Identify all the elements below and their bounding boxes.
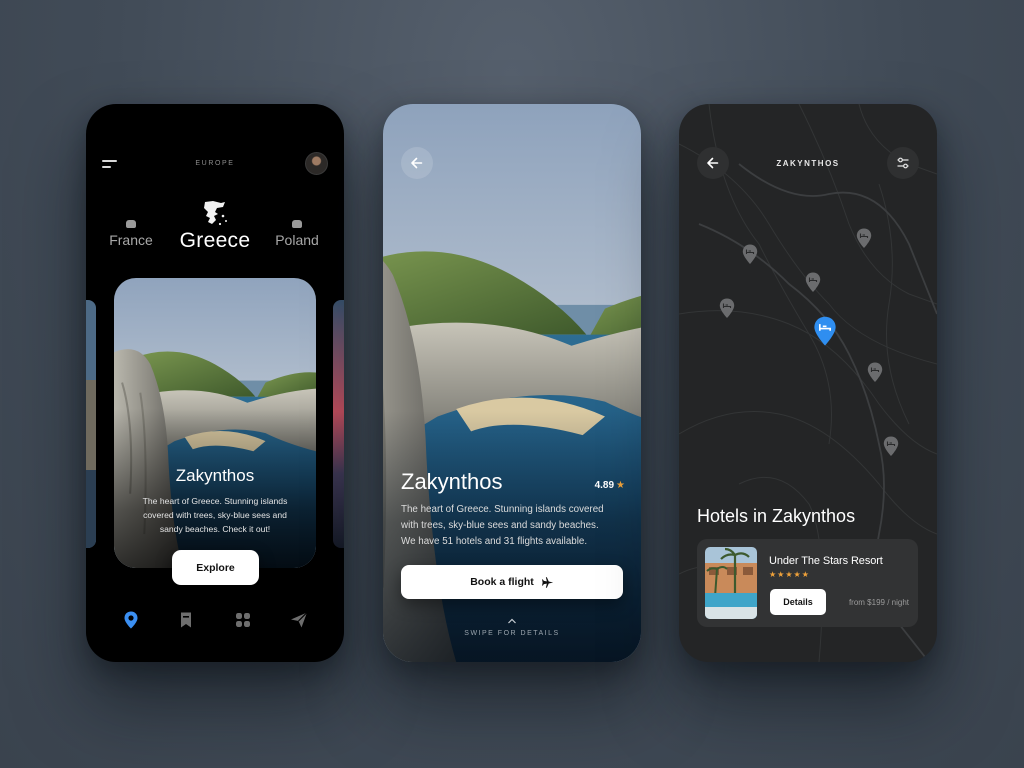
bottom-nav	[86, 610, 344, 634]
hotel-pin-icon[interactable]	[719, 298, 735, 319]
previous-card-peek[interactable]	[86, 300, 96, 548]
swipe-hint[interactable]: SWIPE FOR DETAILS	[383, 630, 641, 637]
next-card-peek[interactable]	[333, 300, 344, 548]
destination-title: Zakynthos	[175, 466, 255, 485]
country-label: Poland	[275, 232, 319, 248]
star-icon: ★	[616, 480, 625, 491]
france-map-icon	[126, 220, 136, 228]
back-button[interactable]	[401, 147, 433, 179]
hotel-photo	[705, 547, 757, 619]
hotel-stars: ★★★★★	[769, 570, 810, 579]
bookmark-icon[interactable]	[176, 610, 196, 630]
apps-icon[interactable]	[233, 610, 253, 630]
book-flight-button[interactable]: Book a flight	[401, 565, 623, 599]
details-button[interactable]: Details	[770, 589, 826, 615]
detail-screen: Zakynthos 4.89 ★ The heart of Greece. Stu…	[383, 104, 641, 662]
filter-button[interactable]	[887, 147, 919, 179]
rating: 4.89 ★	[595, 480, 625, 491]
peek-image	[333, 300, 344, 548]
hotel-price: from $199 / night	[848, 598, 909, 607]
hotel-pin-icon[interactable]	[856, 228, 872, 249]
greece-map-icon	[204, 201, 227, 226]
explore-screen: EUROPE France Greece Poland Zakynthos Th…	[86, 104, 344, 662]
destination-description: The heart of Greece. Stunning islands co…	[401, 504, 604, 547]
peek-image	[86, 300, 96, 548]
location-pin-icon[interactable]	[121, 610, 141, 630]
book-flight-label: Book a flight	[470, 576, 534, 588]
country-tab-poland[interactable]: Poland	[262, 220, 332, 248]
destination-card[interactable]: Zakynthos The heart of Greece. Stunning …	[114, 278, 316, 568]
hotels-heading: Hotels in Zakynthos	[697, 506, 856, 526]
hotel-card[interactable]: Under The Stars Resort ★★★★★ Details fro…	[697, 539, 918, 627]
hotel-pin-icon[interactable]	[742, 244, 758, 265]
avatar[interactable]	[305, 152, 328, 175]
hotel-pin-icon[interactable]	[867, 362, 883, 383]
destination-description: The heart of Greece. Stunning islands co…	[142, 496, 288, 534]
map-screen: ZAKYNTHOS Hotels in Zakynthos Under The …	[679, 104, 937, 662]
poland-map-icon	[292, 220, 302, 228]
arrow-left-icon	[411, 157, 423, 169]
hotel-pin-icon[interactable]	[883, 436, 899, 457]
hotel-name: Under The Stars Resort	[769, 555, 883, 567]
paper-plane-icon[interactable]	[289, 610, 309, 630]
destination-title: Zakynthos	[401, 469, 503, 494]
chevron-up-icon[interactable]	[507, 618, 517, 624]
explore-button[interactable]: Explore	[172, 550, 259, 585]
rating-value: 4.89	[594, 480, 615, 491]
airplane-icon	[541, 576, 553, 588]
hotel-pin-icon[interactable]	[805, 272, 821, 293]
filter-icon	[897, 157, 909, 169]
selected-hotel-pin-icon[interactable]	[813, 316, 837, 347]
